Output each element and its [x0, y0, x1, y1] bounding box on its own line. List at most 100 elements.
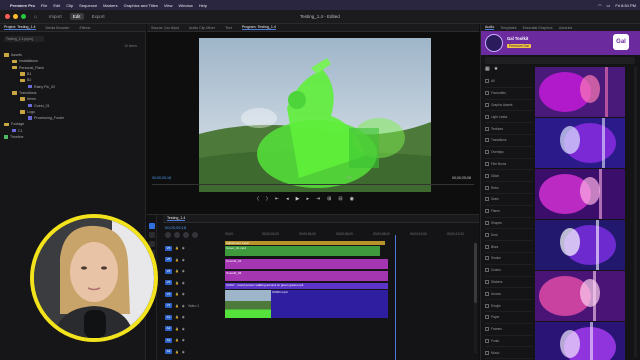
category-item[interactable]: Graphic Assets — [485, 100, 533, 112]
zoom-window-button[interactable] — [21, 14, 26, 19]
category-item[interactable]: Arrows — [485, 288, 533, 301]
clip-thumbnail[interactable] — [225, 290, 271, 318]
asset-thumbnail[interactable] — [535, 220, 625, 270]
tab-text[interactable]: Text — [225, 26, 232, 30]
visibility-icon[interactable]: ◉ — [182, 315, 185, 319]
track-header[interactable]: A2 🔒 ◉ — [165, 324, 223, 334]
tab-audio-clip-mixer[interactable]: Audio Clip Mixer — [189, 26, 215, 30]
step-back-icon[interactable]: ◂ — [286, 196, 289, 202]
overwrite-icon[interactable]: ⊟ — [338, 196, 342, 202]
tab-source[interactable]: Source: (no clips) — [151, 26, 179, 30]
video-frame[interactable] — [199, 38, 431, 192]
timeline-clip[interactable]: Smooth_01 — [225, 259, 388, 269]
timeline-settings-icon[interactable] — [192, 232, 198, 238]
category-item[interactable]: Favourites — [485, 88, 533, 100]
asset-thumbnail[interactable] — [535, 118, 625, 168]
export-frame-icon[interactable]: ◉ — [350, 196, 354, 202]
track-id[interactable]: V4 — [165, 268, 172, 274]
menu-window[interactable]: Window — [178, 3, 192, 8]
visibility-icon[interactable]: ◉ — [182, 304, 185, 308]
track-header[interactable]: A1 🔒 ◉ — [165, 312, 223, 322]
track-id[interactable]: A4 — [165, 349, 172, 354]
lock-icon[interactable]: 🔒 — [175, 246, 179, 250]
tab-templates[interactable]: Templates — [500, 26, 516, 30]
track-select-tool-icon[interactable] — [149, 232, 155, 238]
category-item[interactable]: Film Burns — [485, 159, 533, 171]
app-menu[interactable]: Premiere Pro — [10, 3, 35, 8]
timeline-clip[interactable]: Adjustment Layer — [225, 241, 385, 245]
close-window-button[interactable] — [5, 14, 10, 19]
tab-effects[interactable]: Effects — [79, 26, 90, 30]
visibility-icon[interactable]: ◉ — [182, 269, 185, 273]
linked-selection-icon[interactable] — [174, 232, 180, 238]
track-header[interactable]: A4 🔒 ◉ — [165, 347, 223, 357]
timeline-clip[interactable]: C0017 - Good person walking around on gr… — [225, 283, 388, 289]
tab-export[interactable]: Export — [92, 14, 105, 19]
asset-thumbnail[interactable] — [535, 169, 625, 219]
category-item[interactable]: Stickers — [485, 277, 533, 289]
visibility-icon[interactable]: ◉ — [182, 258, 185, 262]
clock[interactable]: Fri 8:54 PM — [615, 3, 636, 8]
minimize-window-button[interactable] — [13, 14, 18, 19]
grid-icon[interactable]: ▦ — [485, 66, 490, 72]
insert-icon[interactable]: ⊞ — [327, 196, 331, 202]
lock-icon[interactable]: 🔒 — [175, 258, 179, 262]
category-item[interactable]: Transitions — [485, 135, 533, 147]
menu-sequence[interactable]: Sequence — [79, 3, 97, 8]
category-item[interactable]: Paper — [485, 312, 533, 324]
timeline-clip[interactable]: Smooth_02 — [225, 271, 388, 281]
go-to-in-icon[interactable]: ⇤ — [275, 196, 279, 202]
menu-edit[interactable]: Edit — [53, 3, 60, 8]
lock-icon[interactable]: 🔒 — [175, 327, 179, 331]
track-id[interactable]: A3 — [165, 337, 172, 343]
gal-box-icon[interactable]: Gal — [613, 34, 629, 50]
playhead-timecode[interactable]: 00;00;05;18 — [152, 176, 171, 180]
category-item[interactable]: All — [485, 76, 533, 88]
category-item[interactable]: Overlays — [485, 147, 533, 159]
visibility-icon[interactable]: ◉ — [182, 246, 185, 250]
playhead[interactable] — [395, 235, 396, 360]
timeline-scrollbar[interactable] — [474, 243, 477, 353]
category-item[interactable]: Emojis — [485, 300, 533, 312]
menu-markers[interactable]: Markers — [103, 3, 117, 8]
go-to-out-icon[interactable]: ⇥ — [316, 196, 320, 202]
asset-thumbnail[interactable] — [535, 322, 625, 360]
track-header[interactable]: V1 🔒 ◉ Video 1 — [165, 301, 223, 311]
track-id[interactable]: V3 — [165, 280, 172, 285]
track-id[interactable]: A1 — [165, 314, 172, 320]
lock-icon[interactable]: 🔒 — [175, 304, 179, 308]
category-item[interactable]: Zooms — [485, 265, 533, 277]
lock-icon[interactable]: 🔒 — [175, 315, 179, 319]
category-item[interactable]: Glitch — [485, 170, 533, 183]
category-item[interactable]: Shapes — [485, 218, 533, 230]
category-item[interactable]: Blurs — [485, 241, 533, 253]
add-marker-icon[interactable] — [183, 232, 189, 238]
project-search-input[interactable]: Testing_1.4.prproj — [4, 36, 44, 42]
track-id[interactable]: V6 — [165, 245, 172, 251]
asset-search-input[interactable] — [485, 57, 635, 64]
tab-libraries[interactable]: Libraries — [559, 26, 573, 30]
project-tree-item[interactable]: Timeline — [4, 134, 64, 140]
zoom-select[interactable]: Fit — [347, 176, 351, 180]
visibility-icon[interactable]: ◉ — [182, 350, 185, 354]
play-icon[interactable]: ▶ — [296, 196, 300, 202]
battery-icon[interactable]: ▭ — [607, 3, 611, 8]
track-header[interactable]: V4 🔒 ◉ — [165, 266, 223, 276]
menu-graphics[interactable]: Graphics and Titles — [124, 3, 158, 8]
selection-tool-icon[interactable] — [149, 223, 155, 229]
category-item[interactable]: Grain — [485, 194, 533, 206]
lock-icon[interactable]: 🔒 — [175, 338, 179, 342]
category-item[interactable]: Retro — [485, 182, 533, 194]
timeline-clip[interactable]: C0021.mp4 — [271, 290, 388, 318]
lock-icon[interactable]: 🔒 — [175, 281, 179, 285]
tab-edit[interactable]: Edit — [69, 13, 84, 20]
tab-import[interactable]: Import — [49, 14, 62, 19]
tab-essential-graphics[interactable]: Essential Graphics — [523, 26, 553, 30]
menu-help[interactable]: Help — [199, 3, 207, 8]
tab-audio[interactable]: Audio — [485, 25, 495, 30]
timeline-clip[interactable]: Green_01.mp4 — [225, 246, 380, 256]
star-icon[interactable]: ★ — [494, 66, 498, 72]
visibility-icon[interactable]: ◉ — [182, 327, 185, 331]
track-header[interactable]: V6 🔒 ◉ — [165, 243, 223, 253]
category-item[interactable]: Smoke — [485, 253, 533, 265]
